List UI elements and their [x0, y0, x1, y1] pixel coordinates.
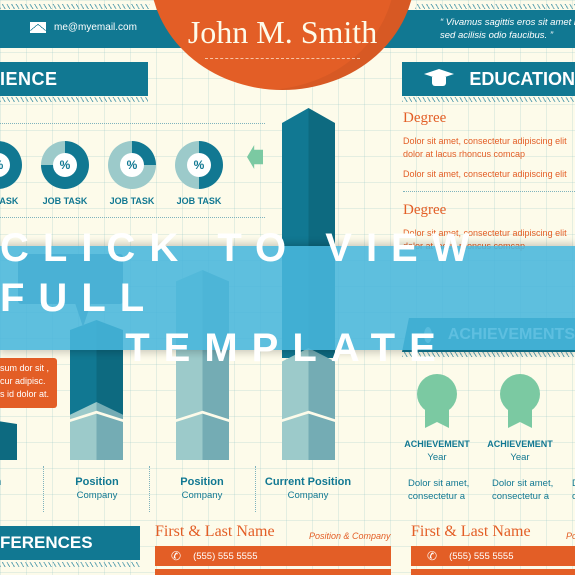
arrow-left-icon[interactable] [247, 145, 263, 169]
orange-strip [155, 569, 391, 575]
hatch-decoration [0, 97, 148, 102]
references-title: FERENCES [0, 533, 93, 552]
achievement-desc: consectetur a [408, 491, 466, 502]
position-company: ny [0, 490, 43, 501]
note-line: s id dolor at. [0, 389, 50, 399]
experience-title: IENCE [0, 68, 58, 89]
achievement-desc: Dolor sit amet, [408, 478, 470, 489]
header-quote: “ Vivamus sagittis eros sit amet le sed … [440, 16, 575, 42]
job-task-label: JOB TASK [109, 196, 155, 206]
position-company: Company [287, 490, 329, 501]
cta-line-1: CLICK TO VIEW FULL [0, 226, 484, 320]
hatch-decoration [415, 4, 575, 9]
position-item: ion ny [0, 476, 43, 501]
job-task-donut: % [41, 141, 89, 189]
divider [0, 123, 265, 124]
job-task-donut: % [108, 141, 156, 189]
note-line: sum dor sit , [0, 363, 50, 373]
percent-label: % [187, 153, 211, 177]
award-ribbon-icon [502, 376, 538, 436]
career-bar [0, 420, 17, 460]
job-task-donut: % [0, 141, 22, 189]
cta-line-2: TEMPLATE [125, 326, 450, 370]
achievement-title: ACHIEVEMENT [487, 439, 553, 449]
reference-name: First & Last Name [411, 523, 531, 540]
hatch-decoration [402, 97, 575, 102]
quote-line-1: “ Vivamus sagittis eros sit amet le [440, 17, 575, 28]
phone-icon: ✆ [171, 549, 182, 563]
position-title: Position [180, 476, 224, 488]
divider [43, 466, 44, 512]
email-contact[interactable]: me@myemail.com [30, 22, 137, 33]
percent-label: % [53, 153, 77, 177]
degree-title: Degree [403, 202, 447, 218]
job-task-label: JOB TASK [176, 196, 222, 206]
phone-icon: ✆ [427, 549, 438, 563]
quote-line-2: sed acilisis odio faucibus. ” [440, 30, 553, 41]
position-item: Position Company [152, 476, 252, 501]
degree-text: Dolor sit amet, consectetur adipiscing e… [403, 136, 567, 146]
orange-note: sum dor sit , cur adipisc. s id dolor at… [0, 358, 57, 408]
reference-phone[interactable]: ✆ (555) 555 5555 [155, 546, 391, 566]
phone-number: (555) 555 5555 [193, 550, 258, 562]
education-header: EDUCATION [402, 62, 575, 96]
job-task-donut: % [175, 141, 223, 189]
page-title: John M. Smith [187, 14, 378, 50]
achievement-desc: consectetur a [492, 491, 550, 502]
achievement-title: ACHIEVEMENT [404, 439, 470, 449]
achievement-year: Year [510, 452, 530, 463]
reference-position: Position & Company [309, 531, 391, 541]
hatch-decoration [0, 4, 150, 9]
position-item: Current Position Company [258, 476, 358, 501]
position-company: Company [76, 490, 118, 501]
mail-icon [30, 22, 46, 33]
degree-text: Dolor sit amet, consectetur adipiscing e… [403, 169, 567, 179]
graduation-cap-icon [424, 69, 453, 89]
divider [149, 466, 150, 512]
position-title: Current Position [264, 476, 352, 488]
reference-position: Po [566, 531, 575, 541]
reference-phone[interactable]: ✆ (555) 555 5555 [411, 546, 575, 566]
degree-title: Degree [403, 110, 447, 126]
achievement-year: Year [427, 452, 447, 463]
career-bar-chevron [176, 416, 229, 460]
achievement-desc: Dolor sit amet, [492, 478, 554, 489]
education-title: EDUCATION [469, 68, 575, 89]
divider [255, 466, 256, 512]
award-ribbon-icon [419, 376, 455, 436]
position-title: ion [0, 476, 43, 488]
job-task-label: B TASK [0, 196, 19, 206]
email-text: me@myemail.com [54, 22, 137, 33]
view-full-template-button[interactable]: CLICK TO VIEW FULL TEMPLATE [0, 226, 575, 370]
position-item: Position Company [47, 476, 147, 501]
reference-name: First & Last Name [155, 523, 275, 540]
phone-number: (555) 555 5555 [449, 550, 514, 562]
divider [0, 217, 265, 218]
experience-header: IENCE [0, 62, 148, 96]
job-task-label: JOB TASK [42, 196, 88, 206]
position-company: Company [181, 490, 223, 501]
percent-label: % [120, 153, 144, 177]
orange-strip [411, 569, 575, 575]
name-underline [205, 58, 360, 59]
degree-text: dolor at lacus rhoncus comcap [403, 149, 526, 159]
references-header: FERENCES [0, 526, 140, 560]
position-title: Position [75, 476, 119, 488]
hatch-decoration [0, 562, 140, 567]
percent-label: % [0, 153, 10, 177]
divider [403, 191, 575, 192]
note-line: cur adipisc. [0, 376, 46, 386]
